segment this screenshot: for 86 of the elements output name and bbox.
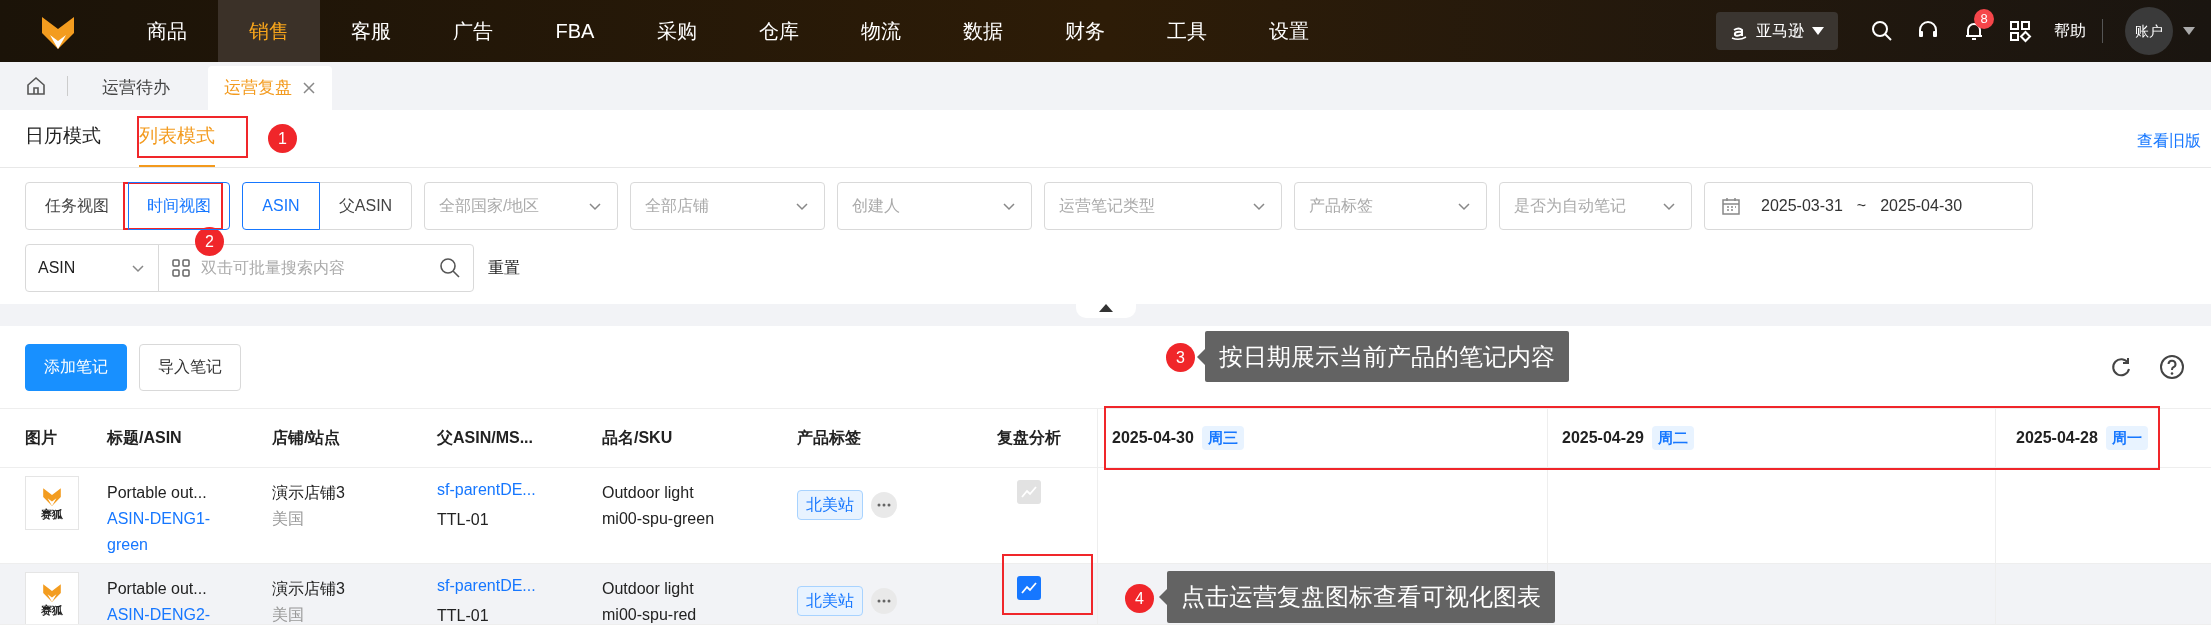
account-avatar[interactable]: 账户 [2125,7,2173,55]
more-button[interactable] [871,492,897,518]
product-name: Outdoor light [602,579,695,599]
logo-text: 赛狐 [41,603,63,617]
date-header: 2025-04-30 [1112,428,1194,448]
asin-link[interactable]: ASIN-DENG1-green [107,506,237,558]
apps-grid-icon [2008,19,2032,43]
msku-text: TTL-01 [437,510,490,530]
product-name: Outdoor light [602,483,695,503]
weekday-tag: 周三 [1201,426,1244,450]
nav-menu-item[interactable]: 设置 [1238,0,1340,62]
product-tag: 北美站 [797,490,863,520]
shop-name: 演示店铺3 [272,483,346,503]
sku-text: mi00-spu-red [602,605,698,624]
nav-menu-item[interactable]: 采购 [626,0,728,62]
nav-menu-item[interactable]: FBA [524,0,626,62]
step-number-badge: 3 [1166,343,1195,372]
nav-menu-item[interactable]: 工具 [1136,0,1238,62]
home-icon [25,75,47,97]
site-name: 美国 [272,509,305,529]
nav-menu-item[interactable]: 物流 [830,0,932,62]
asin-link[interactable]: ASIN-DENG2- [107,602,237,624]
nav-menu-item[interactable]: 客服 [320,0,422,62]
sku-text: mi00-spu-green [602,509,716,529]
trend-line-icon [1020,582,1037,594]
table-row[interactable]: 赛狐 Portable out... ASIN-DENG1-green 演示店铺3 美国 sf-parentDE... TTL-01 Outdoor light mi00-spu-green 北美站 [0,468,2211,564]
segment-toggle[interactable]: 父ASIN [319,182,412,230]
nav-menu-item[interactable]: 商品 [116,0,218,62]
column-header: 品名/SKU [601,428,674,448]
date-header: 2025-04-29 [1562,428,1644,448]
caret-icon [2183,27,2195,35]
shop-name: 演示店铺3 [272,579,346,599]
date-range-field[interactable]: 2025-03-31 ~ 2025-04-30 [1704,182,2033,230]
search-field[interactable]: 双击可批量搜索内容 [201,256,429,280]
step-number-badge: 1 [268,124,297,153]
nav-menu-item[interactable]: 销售 [218,0,320,62]
nav-menu-item[interactable]: 广告 [422,0,524,62]
column-header: 父ASIN/MS... [436,428,534,448]
parent-asin-link[interactable]: sf-parentDE... [437,574,585,598]
annotation-tooltip: 点击运营复盘图标查看可视化图表 [1167,571,1555,623]
product-title: Portable out... [107,579,208,599]
platform-selector[interactable]: 亚马逊 [1716,12,1838,50]
msku-text: TTL-01 [437,606,490,624]
caret-icon [1812,27,1824,35]
caret-up-icon [1098,304,1113,312]
reset-button[interactable]: 重置 [488,256,520,280]
more-icon [877,599,891,603]
grid-icon [171,258,191,278]
column-header: 店铺/站点 [271,428,342,448]
mode-tab[interactable]: 日历模式 [25,117,101,167]
help-link[interactable]: 帮助 [2054,19,2103,43]
logo-text: 赛狐 [41,507,63,521]
weekday-tag: 周二 [1651,426,1694,450]
notification-badge: 8 [1974,9,1994,29]
column-header: 图片 [24,428,58,448]
column-header: 标题/ASIN [105,428,183,448]
site-name: 美国 [272,605,305,624]
segment-toggle[interactable]: ASIN [242,182,320,230]
product-tag: 北美站 [797,586,863,616]
nav-menu-item[interactable]: 仓库 [728,0,830,62]
close-icon[interactable] [302,81,316,95]
nav-menu-item[interactable]: 财务 [1034,0,1136,62]
column-header: 复盘分析 [995,428,1062,448]
nav-menu-item[interactable]: 数据 [932,0,1034,62]
search-icon [439,257,461,279]
weekday-tag: 周一 [2105,426,2148,450]
review-chart-button[interactable] [1016,576,1041,600]
more-button[interactable] [871,588,897,614]
trend-line-icon [1020,486,1037,498]
segment-toggle[interactable]: 时间视图 [128,182,230,230]
refresh-icon [2109,355,2133,379]
old-version-link[interactable]: 查看旧版 [2137,129,2201,153]
action-button[interactable]: 导入笔记 [139,343,241,391]
column-header: 产品标签 [796,428,862,448]
help-icon [2159,354,2185,380]
parent-asin-link[interactable]: sf-parentDE... [437,478,585,502]
product-title: Portable out... [107,483,208,503]
search-field-select[interactable]: ASIN [25,244,159,292]
date-header: 2025-04-28 [2016,428,2098,448]
calendar-icon [1721,196,1741,216]
page-tab[interactable]: 运营待办 [86,66,186,110]
annotation-tooltip: 按日期展示当前产品的笔记内容 [1205,331,1569,382]
search-icon [1870,19,1894,43]
step-number-badge: 2 [195,227,224,256]
more-icon [877,503,891,507]
collapse-handle[interactable] [1075,304,1136,318]
